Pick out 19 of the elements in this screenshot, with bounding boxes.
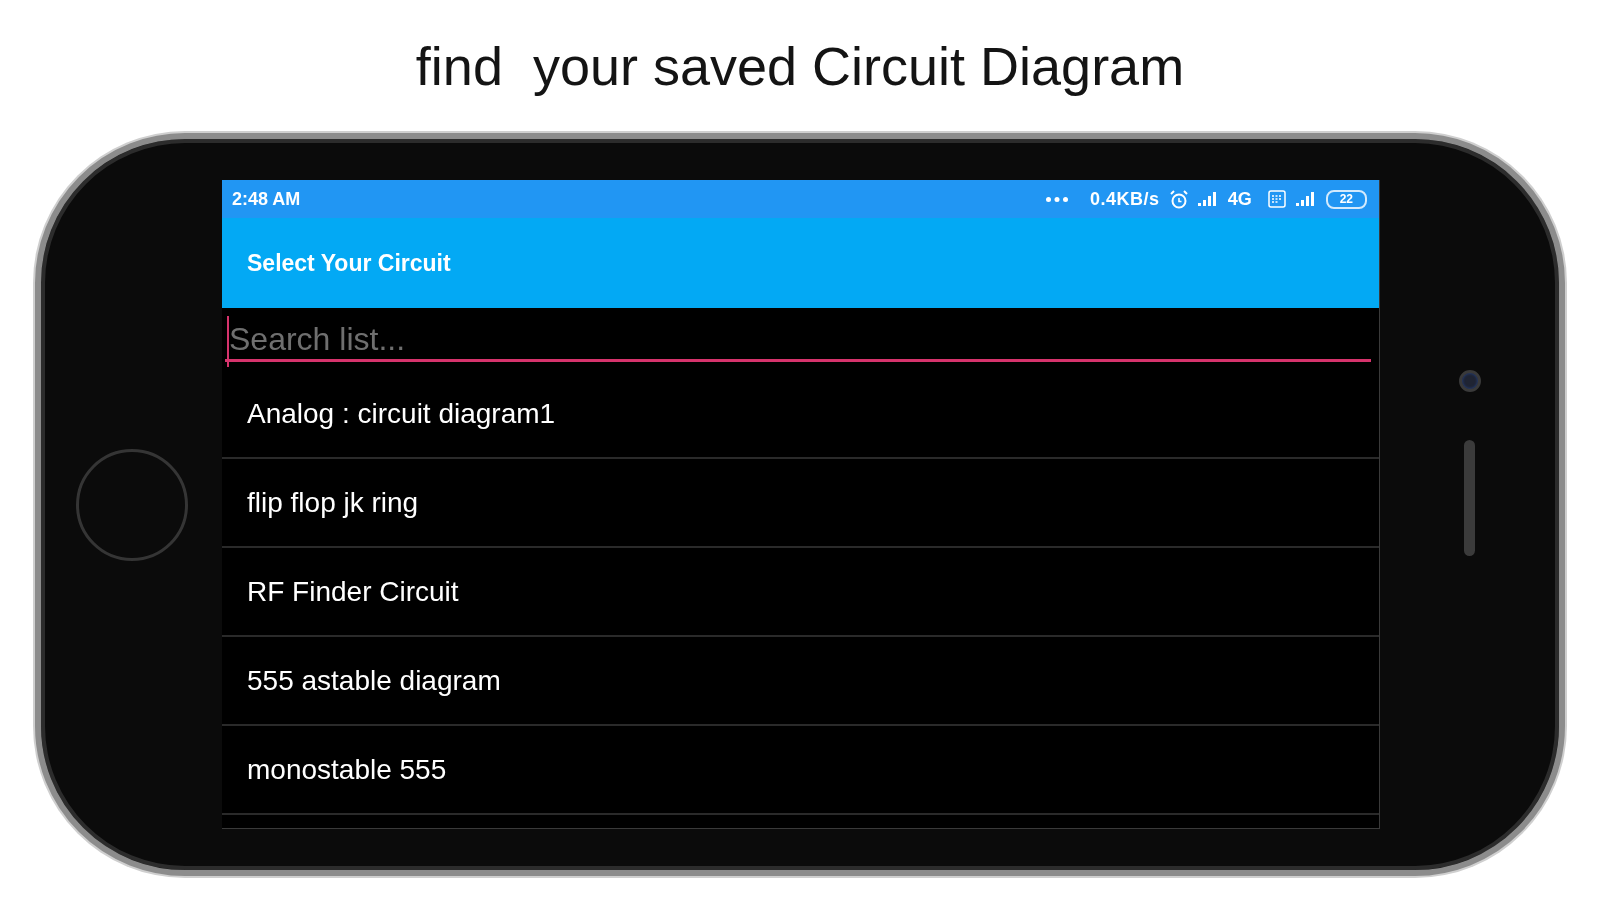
network-badge-icon: [1267, 190, 1286, 208]
list-item[interactable]: RF Finder Circuit: [222, 548, 1379, 637]
list-item[interactable]: monostable 555: [222, 726, 1379, 815]
network-speed: 0.4KB/s: [1090, 187, 1160, 211]
headline: find your saved Circuit Diagram: [415, 35, 1185, 98]
app-bar-title: Select Your Circuit: [247, 248, 451, 278]
signal-icon: [1197, 192, 1218, 206]
alarm-clock-icon: [1169, 189, 1188, 209]
list-item[interactable]: flip flop jk ring: [222, 459, 1379, 548]
list-item[interactable]: 555 astable diagram: [222, 637, 1379, 726]
search-field[interactable]: Search list...: [225, 316, 1371, 362]
battery-level: 22: [1325, 189, 1367, 209]
network-type: 4G: [1227, 187, 1252, 211]
more-dots-icon: [1046, 196, 1069, 202]
status-time: 2:48 AM: [232, 187, 301, 211]
front-camera: [1458, 370, 1481, 392]
signal-icon: [1295, 192, 1316, 206]
list-item[interactable]: Analog : circuit diagram1: [222, 370, 1379, 459]
home-button[interactable]: [75, 448, 188, 561]
